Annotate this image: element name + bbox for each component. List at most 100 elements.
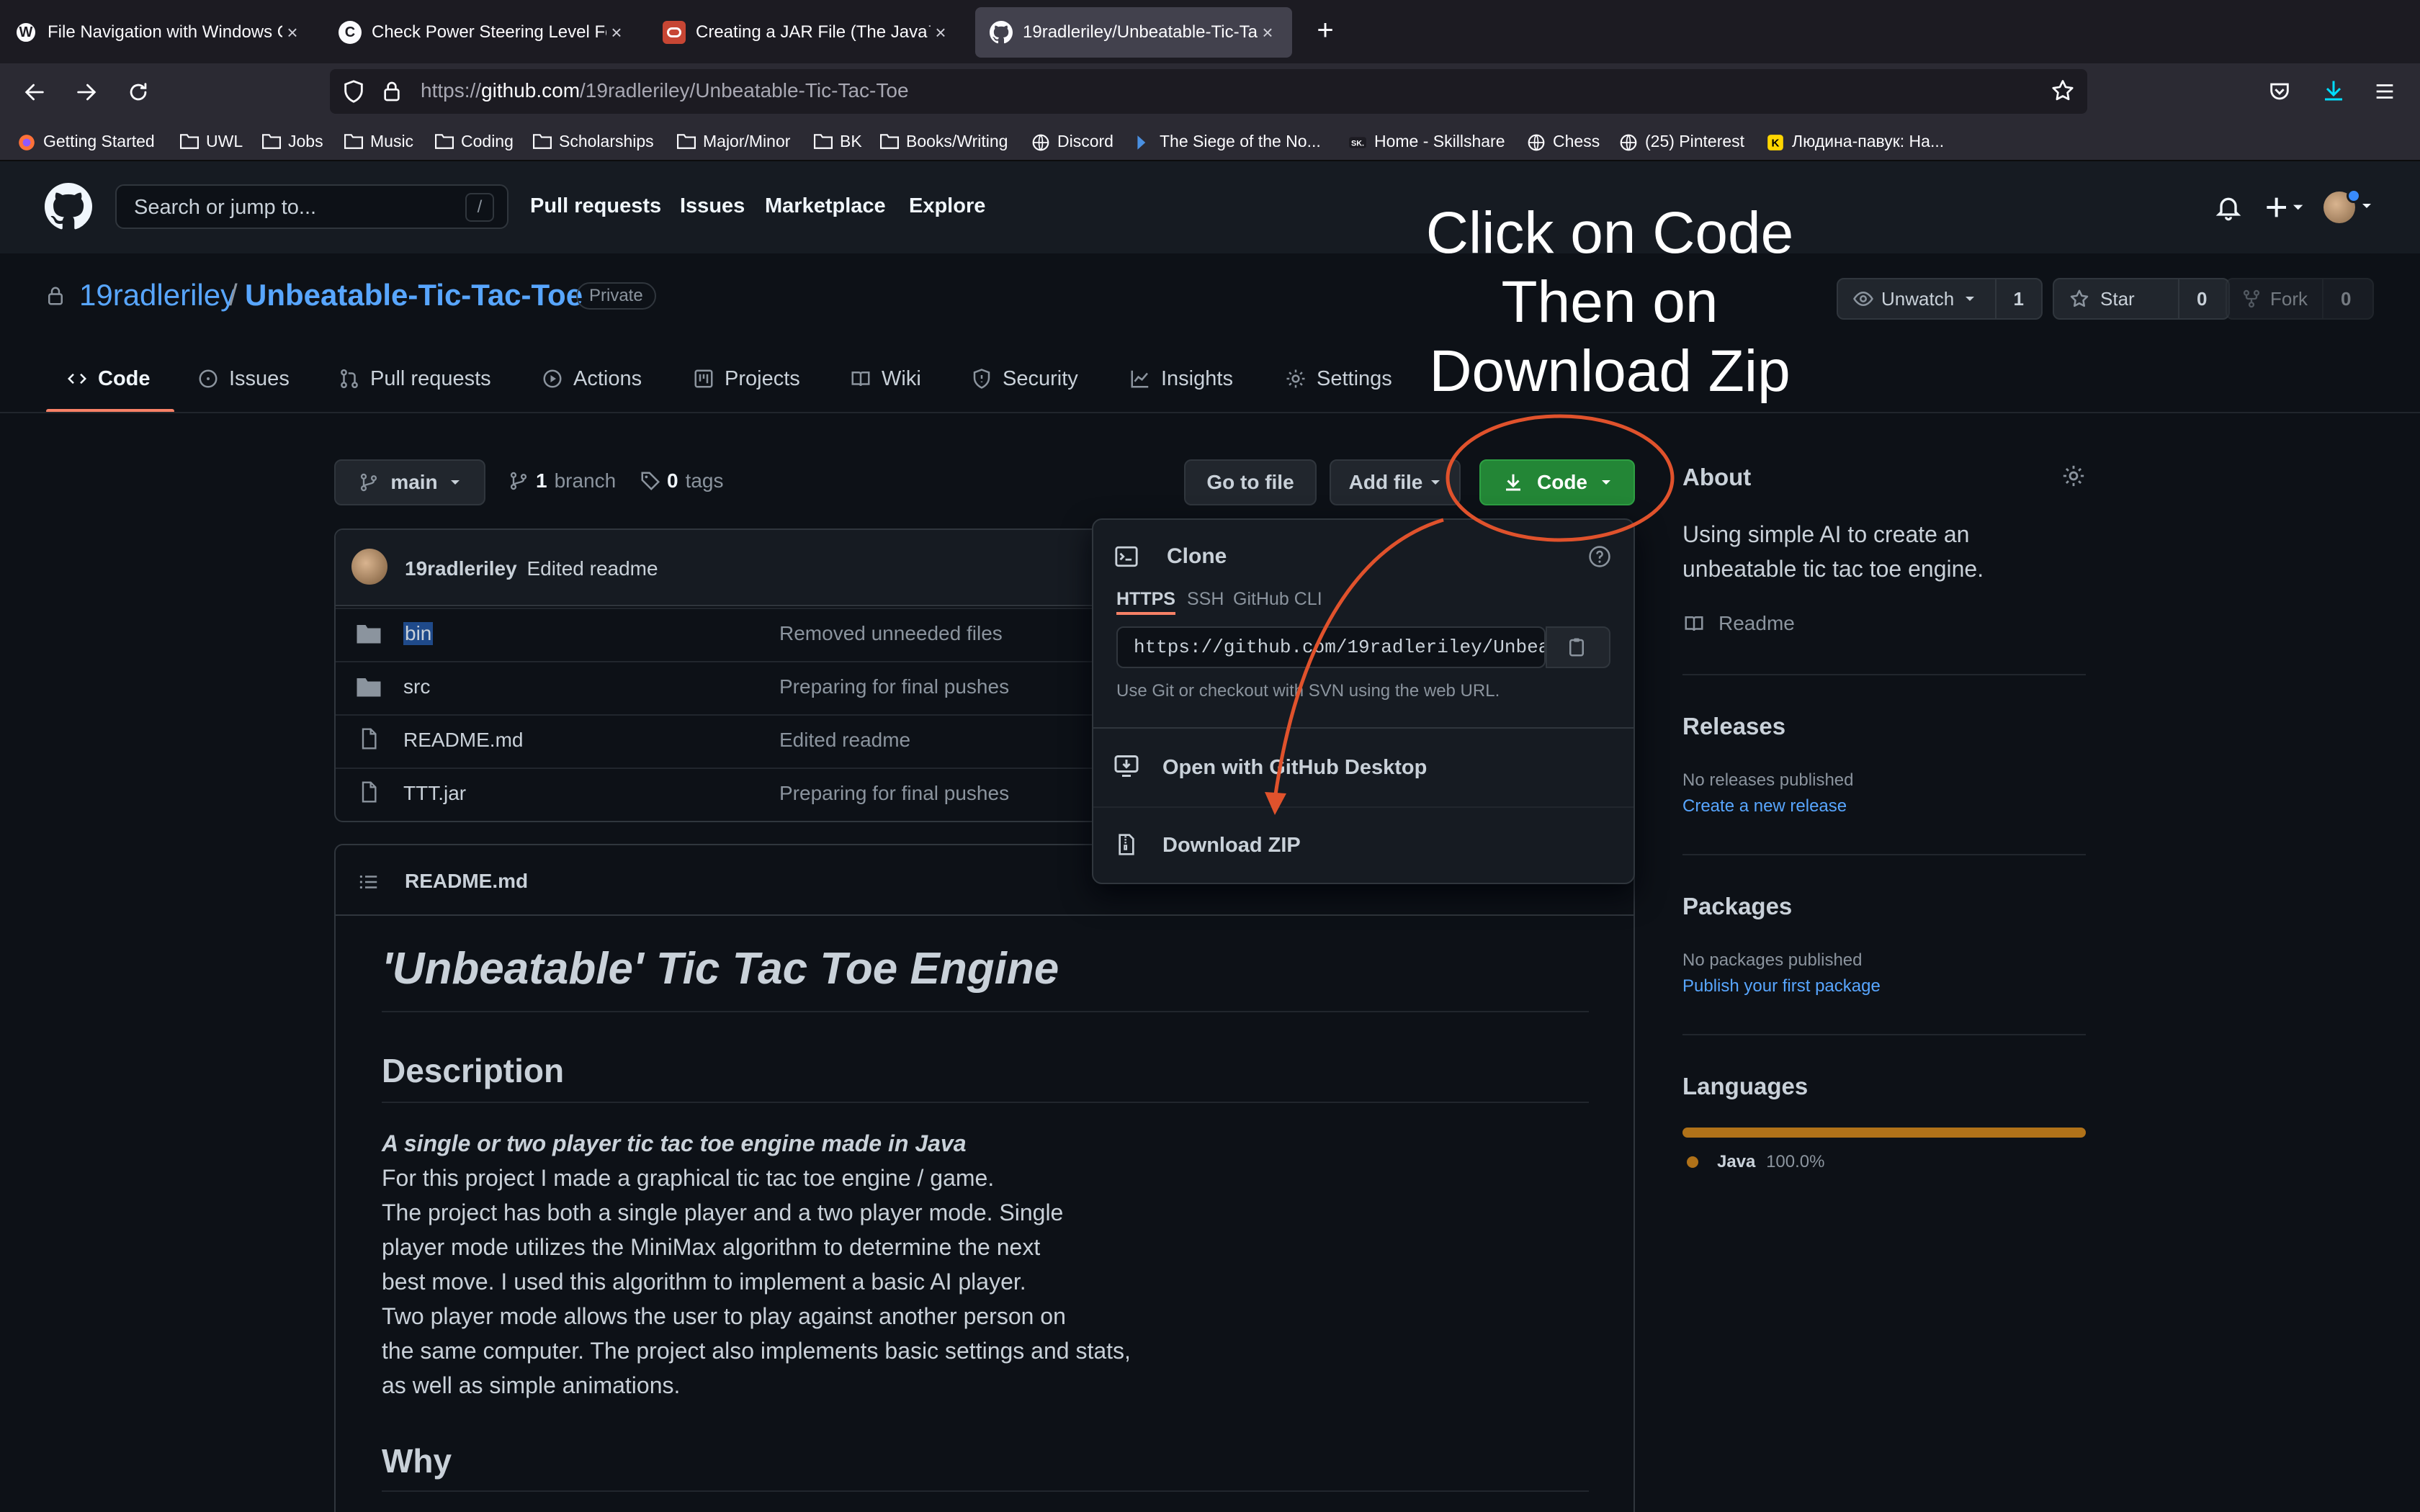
chevron-down-icon[interactable] <box>2361 202 2372 210</box>
packages-heading[interactable]: Packages <box>1682 893 1792 920</box>
file-commit-message[interactable]: Preparing for final pushes <box>779 675 1009 698</box>
reload-button[interactable] <box>122 76 154 108</box>
close-icon[interactable]: × <box>1258 22 1278 44</box>
tags-link[interactable]: 0 tags <box>640 469 724 492</box>
repo-name-link[interactable]: Unbeatable-Tic-Tac-Toe <box>245 278 583 312</box>
close-icon[interactable]: × <box>931 22 951 44</box>
gear-icon[interactable] <box>2061 464 2086 488</box>
table-row[interactable] <box>336 661 1139 713</box>
browser-tab-2[interactable]: C Check Power Steering Level For × <box>324 7 641 58</box>
bookmark-item[interactable]: Books/Writing <box>880 130 1008 153</box>
tab-security[interactable]: Security <box>971 364 1078 393</box>
tab-wiki[interactable]: Wiki <box>850 364 921 393</box>
bookmark-item[interactable]: K Людина-павук: На... <box>1766 130 1944 153</box>
language-item[interactable]: Java 100.0% <box>1717 1152 1824 1172</box>
fork-count[interactable]: 0 <box>2322 279 2368 318</box>
clone-tab-ssh[interactable]: SSH <box>1187 589 1224 610</box>
tab-issues[interactable]: Issues <box>197 364 290 393</box>
create-release-link[interactable]: Create a new release <box>1682 796 1847 816</box>
bookmark-item[interactable]: Chess <box>1527 130 1600 153</box>
url-text[interactable]: https://github.com/19radleriley/Unbeatab… <box>421 79 909 102</box>
bookmark-item[interactable]: BK <box>814 130 862 153</box>
go-to-file-button[interactable]: Go to file <box>1184 459 1317 505</box>
new-tab-button[interactable]: + <box>1311 16 1340 45</box>
file-name-link[interactable]: bin <box>403 622 434 645</box>
nav-marketplace[interactable]: Marketplace <box>765 194 886 218</box>
lock-icon[interactable] <box>380 79 403 104</box>
bell-icon[interactable] <box>2214 193 2243 222</box>
bookmark-item[interactable]: Coding <box>435 130 514 153</box>
commit-author-avatar[interactable] <box>351 549 387 585</box>
browser-tab-4-active[interactable]: 19radleriley/Unbeatable-Tic-Tac × <box>975 7 1292 58</box>
branches-link[interactable]: 1 branch <box>508 469 616 492</box>
bookmark-item[interactable]: Major/Minor <box>677 130 790 153</box>
bookmark-item[interactable]: The Siege of the No... <box>1134 130 1321 153</box>
code-button[interactable]: Code <box>1479 459 1635 505</box>
bookmark-item[interactable]: SK. Home - Skillshare <box>1348 130 1505 153</box>
clone-url-input[interactable]: https://github.com/19radleriley/Unbeat <box>1116 626 1546 668</box>
unwatch-button[interactable]: Unwatch 1 <box>1837 278 2043 320</box>
clone-tab-github-cli[interactable]: GitHub CLI <box>1233 589 1322 610</box>
bookmark-item[interactable]: Jobs <box>262 130 323 153</box>
tab-insights[interactable]: Insights <box>1129 364 1233 393</box>
commit-author[interactable]: 19radleriley <box>405 557 517 580</box>
nav-issues[interactable]: Issues <box>680 194 745 218</box>
tab-settings[interactable]: Settings <box>1285 364 1392 393</box>
shield-icon[interactable] <box>341 79 366 104</box>
tab-label: Check Power Steering Level For <box>372 22 606 42</box>
file-name-link[interactable]: src <box>403 675 430 698</box>
menu-icon[interactable] <box>2372 79 2397 104</box>
publish-package-link[interactable]: Publish your first package <box>1682 976 1881 996</box>
file-commit-message[interactable]: Preparing for final pushes <box>779 782 1009 805</box>
fork-label: Fork <box>2270 287 2308 310</box>
firefox-icon <box>17 133 36 150</box>
browser-tab-1[interactable]: W File Navigation with Windows Co × <box>0 7 317 58</box>
close-icon[interactable]: × <box>606 22 627 44</box>
tab-pull-requests[interactable]: Pull requests <box>339 364 491 393</box>
back-button[interactable] <box>19 76 50 108</box>
clone-tab-https[interactable]: HTTPS <box>1116 589 1175 610</box>
readme-line: as well as simple animations. <box>382 1372 681 1398</box>
star-button[interactable]: Star 0 <box>2053 278 2230 320</box>
file-name-link[interactable]: README.md <box>403 729 523 752</box>
wordpress-icon: W <box>14 21 37 44</box>
add-file-button[interactable]: Add file <box>1330 459 1461 505</box>
table-row[interactable] <box>336 608 1139 660</box>
bookmark-item[interactable]: Music <box>344 130 413 153</box>
pocket-icon[interactable] <box>2267 79 2292 104</box>
tab-code[interactable]: Code <box>66 364 151 393</box>
watch-count[interactable]: 1 <box>1994 279 2041 318</box>
github-logo-icon[interactable] <box>45 183 92 230</box>
unwatch-label: Unwatch <box>1881 287 1955 310</box>
browser-tab-3[interactable]: Creating a JAR File (The Java™ × <box>648 7 965 58</box>
bookmark-item[interactable]: Getting Started <box>17 130 155 153</box>
bookmark-item[interactable]: UWL <box>180 130 243 153</box>
list-icon[interactable] <box>357 871 380 893</box>
bookmark-item[interactable]: Scholarships <box>533 130 654 153</box>
tab-actions[interactable]: Actions <box>542 364 642 393</box>
downloads-icon[interactable] <box>2321 78 2347 104</box>
close-icon[interactable]: × <box>282 22 302 44</box>
nav-explore[interactable]: Explore <box>909 194 985 218</box>
question-icon[interactable] <box>1587 544 1612 569</box>
file-commit-message[interactable]: Removed unneeded files <box>779 622 1003 645</box>
branch-select-button[interactable]: main <box>334 459 485 505</box>
tab-projects[interactable]: Projects <box>693 364 800 393</box>
file-name-link[interactable]: TTT.jar <box>403 782 466 805</box>
commit-message[interactable]: Edited readme <box>526 557 658 580</box>
packages-empty: No packages published <box>1682 950 1863 970</box>
star-count[interactable]: 0 <box>2178 279 2224 318</box>
fork-button[interactable]: Fork 0 <box>2226 278 2374 320</box>
readme-link[interactable]: Readme <box>1682 612 1795 635</box>
readme-filename[interactable]: README.md <box>405 870 528 893</box>
bookmark-label: Scholarships <box>559 131 654 150</box>
nav-pull-requests[interactable]: Pull requests <box>530 194 661 218</box>
forward-button[interactable] <box>71 76 102 108</box>
file-commit-message[interactable]: Edited readme <box>779 729 910 752</box>
bookmark-star-icon[interactable] <box>2050 78 2076 104</box>
bookmark-item[interactable]: (25) Pinterest <box>1619 130 1744 153</box>
repo-owner-link[interactable]: 19radleriley <box>79 278 236 312</box>
create-new-button[interactable] <box>2264 193 2308 222</box>
bookmark-item[interactable]: Discord <box>1031 130 1113 153</box>
releases-heading[interactable]: Releases <box>1682 713 1785 740</box>
